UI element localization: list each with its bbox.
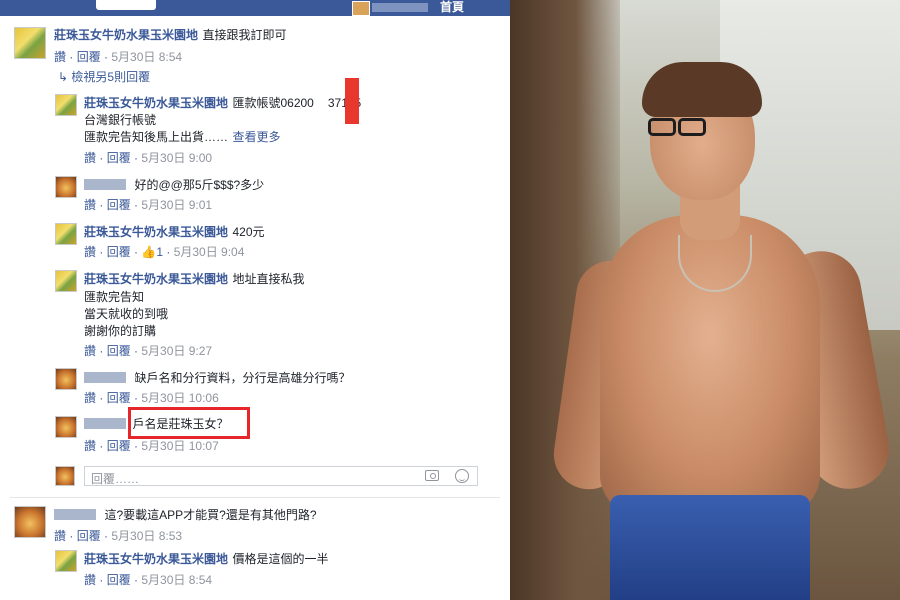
like-link[interactable]: 讚 — [84, 198, 96, 212]
timestamp[interactable]: 5月30日 8:53 — [111, 529, 182, 543]
reply-link[interactable]: 回覆 — [77, 529, 101, 543]
blurred-name — [84, 179, 126, 191]
comment-line: 匯款完告知後馬上出貨…… 查看更多 — [84, 130, 281, 144]
comment-text: 缺戶名和分行資料，分行是高雄分行嗎？ — [134, 371, 351, 385]
comment-actions: 讚 · 回覆 · 5月30日 8:53 — [54, 529, 183, 543]
view-more-replies[interactable]: ↳ 檢視另5則回覆 — [58, 70, 150, 84]
comment-text: 台灣銀行帳號 — [84, 113, 157, 127]
reply-link[interactable]: 回覆 — [107, 245, 131, 259]
search-box[interactable] — [96, 0, 156, 10]
avatar[interactable] — [55, 223, 77, 245]
avatar[interactable] — [55, 270, 77, 292]
bank-account-text: 匯款帳號06200 — [232, 96, 314, 110]
shirtless-man-photo — [510, 0, 900, 600]
like-thumb-icon[interactable]: 👍 — [141, 245, 156, 259]
reply-link[interactable]: 回覆 — [107, 344, 131, 358]
comment-actions: 讚 · 回覆 · 5月30日 10:07 — [84, 439, 219, 453]
comment-author[interactable]: 莊珠玉女牛奶水果玉米園地 — [54, 28, 198, 42]
comment-text: 謝謝你的訂購 — [84, 324, 157, 338]
like-link[interactable]: 讚 — [84, 151, 96, 165]
highlight-box — [128, 407, 250, 439]
comment-line: 好的@@那5斤$$$?多少 — [84, 178, 264, 192]
avatar[interactable] — [14, 27, 46, 59]
camera-icon[interactable] — [425, 470, 439, 481]
comment-line: 莊珠玉女牛奶水果玉米園地 匯款帳號0620037195 — [84, 96, 361, 110]
blurred-name — [84, 372, 126, 384]
comment-text: 地址直接私我 — [232, 272, 305, 286]
comment-actions: 讚 · 回覆 · 5月30日 9:00 — [84, 151, 213, 165]
reply-arrow-icon: ↳ — [58, 70, 69, 84]
emoji-icon[interactable] — [455, 469, 469, 483]
timestamp[interactable]: 5月30日 9:00 — [141, 151, 212, 165]
avatar[interactable] — [55, 416, 77, 438]
blue-shorts — [610, 495, 810, 600]
timestamp[interactable]: 5月30日 9:04 — [174, 245, 245, 259]
like-link[interactable]: 讚 — [84, 573, 96, 587]
comment-actions: 讚 · 回覆 · 5月30日 8:54 — [84, 573, 213, 587]
comment-line: 莊珠玉女牛奶水果玉米園地 直接跟我訂即可 — [54, 28, 286, 42]
blurred-name — [54, 509, 96, 521]
like-link[interactable]: 讚 — [84, 245, 96, 259]
reply-link[interactable]: 回覆 — [107, 439, 131, 453]
comment-line: 莊珠玉女牛奶水果玉米園地 價格是這個的一半 — [84, 552, 328, 566]
likes-count[interactable]: 1 — [156, 245, 163, 259]
reply-link[interactable]: 回覆 — [77, 50, 101, 64]
facebook-topbar: 首頁 — [0, 0, 510, 16]
like-link[interactable]: 讚 — [84, 391, 96, 405]
blurred-name — [84, 418, 126, 430]
see-more-link[interactable]: 查看更多 — [232, 130, 280, 144]
timestamp[interactable]: 5月30日 8:54 — [111, 50, 182, 64]
divider — [10, 497, 500, 498]
like-link[interactable]: 讚 — [84, 439, 96, 453]
comment-author[interactable]: 莊珠玉女牛奶水果玉米園地 — [84, 552, 228, 566]
profile-name-blurred — [372, 3, 428, 12]
timestamp[interactable]: 5月30日 9:01 — [141, 198, 212, 212]
comment-author[interactable]: 莊珠玉女牛奶水果玉米園地 — [84, 272, 228, 286]
comment-author[interactable]: 莊珠玉女牛奶水果玉米園地 — [84, 225, 228, 239]
home-link[interactable]: 首頁 — [440, 0, 464, 14]
comment-actions: 讚 · 回覆 · 5月30日 8:54 — [54, 50, 183, 64]
glasses-icon — [638, 118, 708, 140]
timestamp[interactable]: 5月30日 9:27 — [141, 344, 212, 358]
reply-link[interactable]: 回覆 — [107, 151, 131, 165]
timestamp[interactable]: 5月30日 8:54 — [141, 573, 212, 587]
avatar[interactable] — [55, 550, 77, 572]
comment-line: 這?要載這APP才能買?還是有其他門路? — [54, 508, 317, 522]
comment-line: 莊珠玉女牛奶水果玉米園地 420元 — [84, 225, 265, 239]
comments-panel: 首頁 莊珠玉女牛奶水果玉米園地 直接跟我訂即可 讚 · 回覆 · 5月30日 8… — [0, 0, 510, 600]
avatar[interactable] — [14, 506, 46, 538]
comment-actions: 讚 · 回覆 · 5月30日 9:27 — [84, 344, 213, 358]
comment-author[interactable]: 莊珠玉女牛奶水果玉米園地 — [84, 96, 228, 110]
comment-actions: 讚 · 回覆 · 👍1 · 5月30日 9:04 — [84, 245, 245, 259]
comment-text: 好的@@那5斤$$$?多少 — [134, 178, 265, 192]
avatar[interactable] — [55, 176, 77, 198]
like-link[interactable]: 讚 — [84, 344, 96, 358]
like-link[interactable]: 讚 — [54, 529, 66, 543]
comment-text: 這?要載這APP才能買?還是有其他門路? — [104, 508, 317, 522]
comment-line: 缺戶名和分行資料，分行是高雄分行嗎？ — [84, 371, 350, 385]
reply-link[interactable]: 回覆 — [107, 573, 131, 587]
comment-text: 當天就收的到哦 — [84, 307, 169, 321]
avatar[interactable] — [55, 368, 77, 390]
reply-input[interactable]: 回覆…… — [84, 466, 478, 486]
current-user-avatar — [55, 466, 75, 486]
comment-line: 莊珠玉女牛奶水果玉米園地 地址直接私我 — [84, 272, 304, 286]
comment-actions: 讚 · 回覆 · 5月30日 9:01 — [84, 198, 213, 212]
like-link[interactable]: 讚 — [54, 50, 66, 64]
redaction-mark — [345, 78, 359, 124]
reply-link[interactable]: 回覆 — [107, 391, 131, 405]
timestamp[interactable]: 5月30日 10:06 — [141, 391, 218, 405]
comment-text: 價格是這個的一半 — [232, 552, 329, 566]
reply-placeholder: 回覆…… — [91, 472, 140, 486]
comment-text: 匯款完告知 — [84, 290, 145, 304]
hair — [642, 62, 762, 117]
comment-text: 直接跟我訂即可 — [202, 28, 287, 42]
avatar[interactable] — [55, 94, 77, 116]
timestamp[interactable]: 5月30日 10:07 — [141, 439, 218, 453]
comment-actions: 讚 · 回覆 · 5月30日 10:06 — [84, 391, 219, 405]
reply-link[interactable]: 回覆 — [107, 198, 131, 212]
comment-text: 420元 — [232, 225, 265, 239]
profile-avatar[interactable] — [352, 1, 370, 16]
